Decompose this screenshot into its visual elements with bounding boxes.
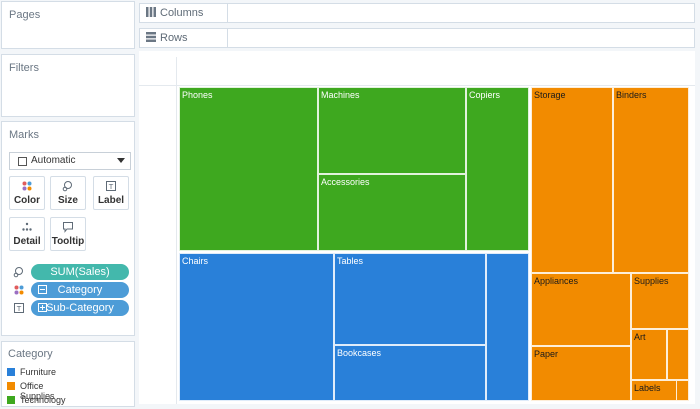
size-icon — [13, 266, 25, 278]
legend-label: Furniture — [20, 367, 57, 377]
mark-type-value: Automatic — [31, 155, 76, 166]
rows-label: Rows — [160, 32, 188, 44]
marks-title: Marks — [9, 129, 39, 141]
label-icon: T — [13, 302, 25, 314]
color-dots-icon — [13, 284, 25, 296]
columns-shelf[interactable]: Columns — [139, 3, 695, 23]
view-header-divider — [176, 57, 177, 85]
view-header-strip — [139, 51, 695, 86]
sum-sales-pill-label: SUM(Sales) — [50, 266, 110, 278]
mark-type-dropdown[interactable]: Automatic — [9, 152, 131, 170]
svg-text:T: T — [108, 183, 114, 191]
treemap-cell-paper[interactable]: Paper — [531, 346, 631, 401]
rows-icon — [146, 32, 156, 45]
treemap-label: Bookcases — [337, 348, 382, 358]
color-button[interactable]: Color — [9, 176, 45, 210]
rows-shelf[interactable]: Rows — [139, 28, 695, 48]
treemap-cell-supplies[interactable]: Supplies — [631, 273, 689, 329]
detail-icon — [10, 221, 44, 233]
color-button-label: Color — [13, 195, 41, 206]
treemap-cell-copiers[interactable]: Copiers — [466, 87, 529, 251]
columns-label: Columns — [160, 7, 204, 19]
tooltip-button[interactable]: Tooltip — [50, 217, 86, 251]
square-mark-icon — [18, 157, 27, 166]
treemap: Phones Machines Copiers Accessories Chairs Ta… — [179, 87, 689, 401]
treemap-label: Copiers — [469, 90, 501, 100]
rows-shelf-label: Rows — [140, 29, 228, 47]
svg-text:T: T — [16, 305, 22, 313]
treemap-label: Accessories — [321, 177, 370, 187]
treemap-cell-bookcases[interactable]: Bookcases — [334, 345, 486, 401]
legend-swatch — [7, 396, 15, 404]
treemap-cell-machines[interactable]: Machines — [318, 87, 466, 174]
treemap-label: Binders — [616, 90, 647, 100]
size-button[interactable]: Size — [50, 176, 86, 210]
category-pill[interactable]: Category — [31, 282, 129, 298]
category-legend: Category Furniture Office Supplies Techn… — [1, 341, 135, 407]
treemap-cell-accessories[interactable]: Accessories — [318, 174, 466, 251]
treemap-cell-fasteners[interactable] — [676, 380, 689, 401]
detail-button-label: Detail — [13, 236, 41, 247]
pages-title: Pages — [9, 9, 41, 21]
legend-label: Technology — [20, 395, 66, 405]
filters-title: Filters — [9, 62, 39, 74]
size-button-label: Size — [57, 195, 78, 206]
treemap-cell-chairs[interactable]: Chairs — [179, 253, 334, 401]
treemap-label: Supplies — [634, 276, 669, 286]
pages-pane[interactable]: Pages — [1, 1, 135, 49]
size-icon — [51, 180, 85, 192]
treemap-label: Tables — [337, 256, 364, 266]
sub-category-pill[interactable]: Sub-Category — [31, 300, 129, 316]
treemap-cell-art[interactable]: Art — [631, 329, 667, 380]
columns-shelf-label: Columns — [140, 4, 228, 22]
treemap-label: Machines — [321, 90, 360, 100]
legend-swatch — [7, 382, 15, 390]
label-icon: T — [94, 180, 128, 192]
tooltip-icon — [51, 221, 85, 233]
treemap-label: Labels — [634, 383, 661, 393]
treemap-cell-envelopes[interactable] — [667, 329, 689, 380]
sub-category-pill-label: Sub-Category — [46, 302, 114, 314]
tooltip-button-label: Tooltip — [51, 236, 85, 247]
label-button-label: Label — [97, 195, 125, 206]
treemap-cell-storage[interactable]: Storage — [531, 87, 613, 273]
treemap-label: Storage — [534, 90, 566, 100]
treemap-label: Phones — [182, 90, 213, 100]
treemap-cell-furnishings[interactable] — [486, 253, 529, 401]
row-header-divider — [176, 85, 177, 404]
chevron-down-icon — [117, 158, 125, 163]
treemap-cell-appliances[interactable]: Appliances — [531, 273, 631, 346]
treemap-cell-tables[interactable]: Tables — [334, 253, 486, 345]
treemap-label: Art — [634, 332, 646, 342]
color-dots-icon — [10, 180, 44, 192]
treemap-cell-phones[interactable]: Phones — [179, 87, 318, 251]
treemap-label: Paper — [534, 349, 559, 359]
label-button[interactable]: T Label — [93, 176, 129, 210]
legend-swatch — [7, 368, 15, 376]
treemap-label: Chairs — [182, 256, 209, 266]
marks-pane: Marks Automatic Color Size T Label Detai… — [1, 121, 135, 336]
legend-title: Category — [8, 348, 53, 360]
columns-icon — [146, 7, 156, 20]
category-pill-label: Category — [57, 284, 103, 296]
filters-pane[interactable]: Filters — [1, 54, 135, 117]
treemap-cell-binders[interactable]: Binders — [613, 87, 689, 273]
detail-button[interactable]: Detail — [9, 217, 45, 251]
treemap-label: Appliances — [534, 276, 579, 286]
view-canvas[interactable]: Phones Machines Copiers Accessories Chairs Ta… — [139, 51, 695, 404]
sum-sales-pill[interactable]: SUM(Sales) — [31, 264, 129, 280]
